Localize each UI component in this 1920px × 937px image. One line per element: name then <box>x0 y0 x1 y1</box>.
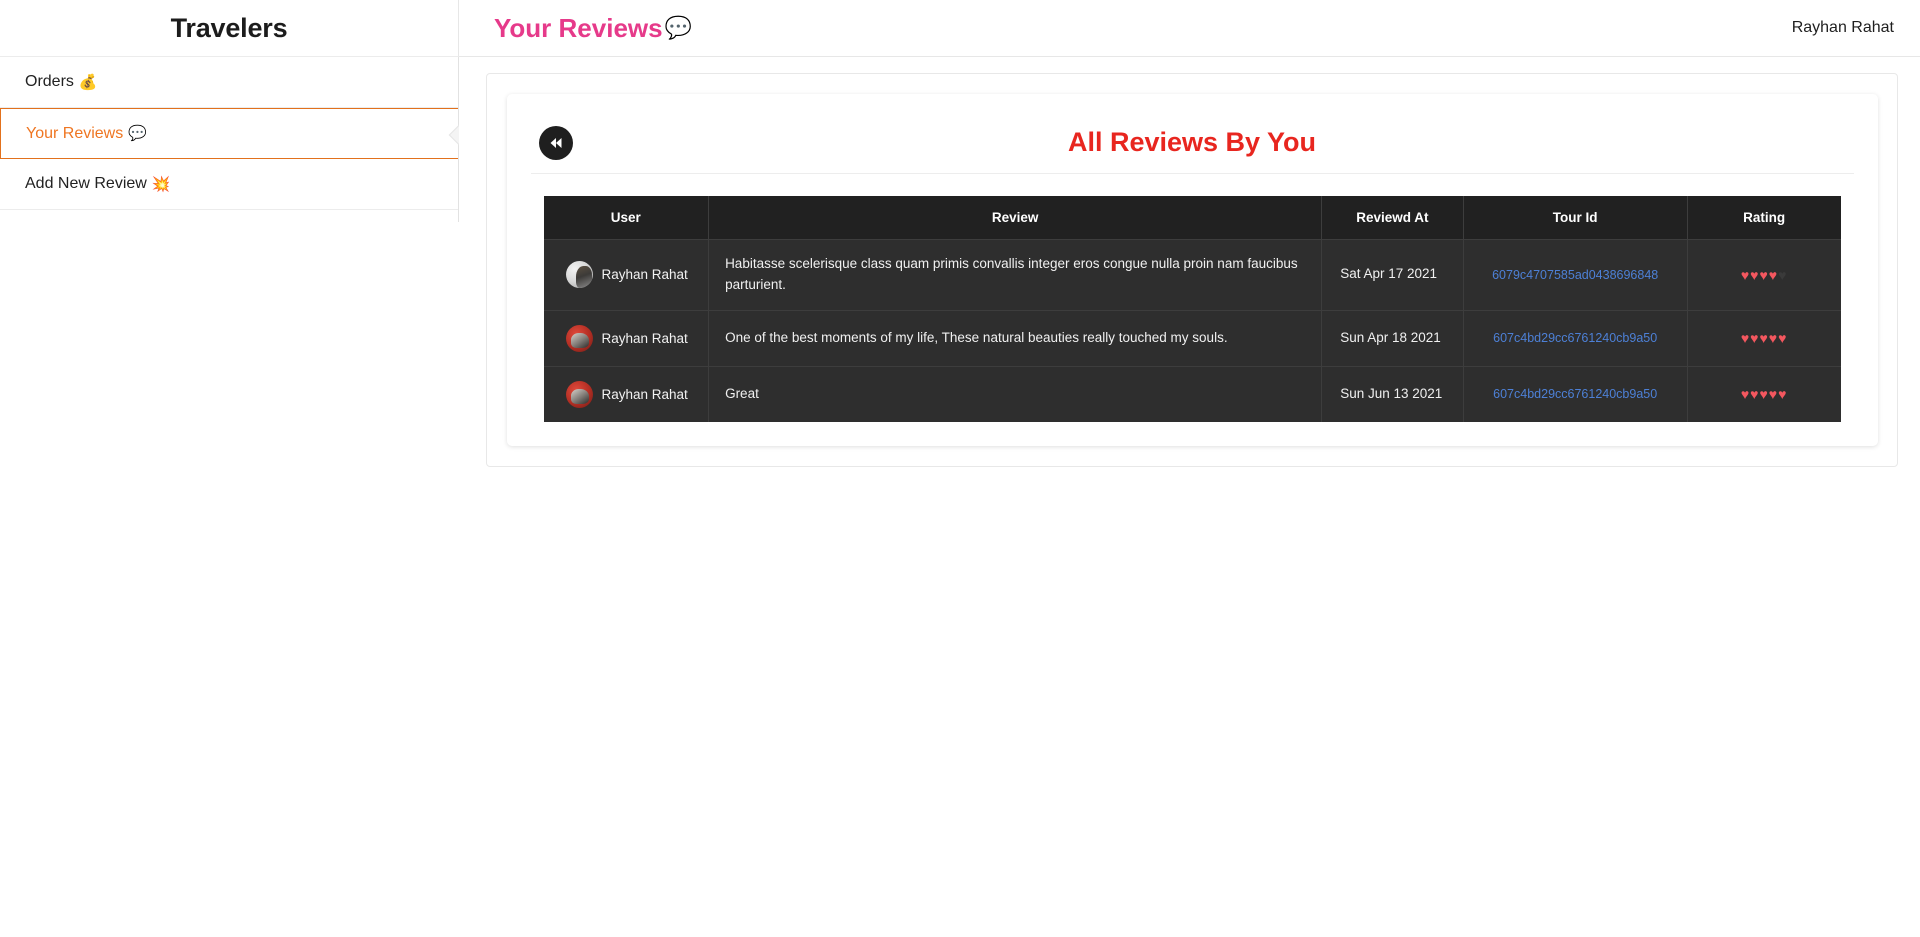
user-name-label: Rayhan Rahat <box>601 386 688 402</box>
avatar <box>565 380 593 408</box>
reviewed-at-text: Sat Apr 17 2021 <box>1340 266 1438 282</box>
heart-icon: ♥ <box>1759 330 1769 347</box>
column-header-rating[interactable]: Rating <box>1687 196 1841 240</box>
current-user-name[interactable]: Rayhan Rahat <box>1792 19 1894 37</box>
reviewed-at-text: Sun Jun 13 2021 <box>1340 385 1443 401</box>
column-header-review[interactable]: Review <box>708 196 1323 240</box>
heart-icon: ♥ <box>1768 266 1779 283</box>
heart-icon: ♥ <box>1778 330 1788 347</box>
app-root: Travelers Your Reviews 💬 Rayhan Rahat Or… <box>0 0 1920 937</box>
cell-review: Great <box>708 366 1323 422</box>
card-header: All Reviews By You <box>530 112 1854 174</box>
cell-user: Rayhan Rahat <box>543 239 710 311</box>
table-row: Rayhan Rahat One of the best moments of m… <box>543 310 1841 367</box>
avatar <box>565 324 593 352</box>
heart-icon: ♥ <box>1740 330 1751 347</box>
cell-reviewed-at: Sun Apr 18 2021 <box>1321 310 1464 367</box>
main-content: All Reviews By You User Review Reviewd A… <box>459 57 1920 937</box>
review-text: Habitasse scelerisque class quam primis … <box>725 256 1298 292</box>
user-cell: Rayhan Rahat <box>554 380 699 408</box>
heart-icon: ♥ <box>1759 386 1769 403</box>
sidebar-item-your-reviews-label: Your Reviews <box>26 124 124 142</box>
cell-rating: ♥♥♥♥♥ <box>1687 366 1841 422</box>
double-chevron-left-icon <box>550 137 561 148</box>
sidebar: Orders 💰 Your Reviews 💬 Add New Review 💥 <box>0 57 459 222</box>
page-header-area: Your Reviews 💬 Rayhan Rahat <box>459 0 1920 56</box>
cell-user: Rayhan Rahat <box>543 366 710 422</box>
avatar <box>565 261 593 289</box>
heart-icon: ♥ <box>1740 386 1751 403</box>
back-button[interactable] <box>538 125 573 160</box>
table-row: Rayhan Rahat Great Sun Jun 13 2021 607c4bd2… <box>543 366 1841 422</box>
cell-rating: ♥♥♥♥♥ <box>1687 310 1841 367</box>
cell-reviewed-at: Sun Jun 13 2021 <box>1321 366 1464 422</box>
sidebar-item-add-new-review[interactable]: Add New Review 💥 <box>0 159 458 210</box>
sidebar-item-add-new-review-label: Add New Review <box>25 175 147 192</box>
heart-icon: ♥ <box>1778 266 1788 283</box>
card-title: All Reviews By You <box>1067 127 1317 157</box>
rating-hearts: ♥♥♥♥♥ <box>1698 267 1831 283</box>
sidebar-item-orders-label: Orders <box>25 73 74 90</box>
heart-icon: ♥ <box>1768 330 1779 347</box>
sidebar-item-your-reviews[interactable]: Your Reviews 💬 <box>0 108 458 159</box>
heart-icon: ♥ <box>1778 386 1788 403</box>
review-text: One of the best moments of my life, Thes… <box>725 329 1228 345</box>
speech-balloon-icon: 💬 <box>664 15 692 40</box>
user-name-label: Rayhan Rahat <box>601 267 688 283</box>
table-head: User Review Reviewd At Tour Id Rating <box>543 196 1841 240</box>
rating-hearts: ♥♥♥♥♥ <box>1698 330 1831 346</box>
cell-rating: ♥♥♥♥♥ <box>1687 239 1841 311</box>
table-row: Rayhan Rahat Habitasse scelerisque class … <box>543 239 1841 311</box>
heart-icon: ♥ <box>1740 266 1751 283</box>
speech-balloon-icon: 💬 <box>128 125 147 142</box>
tour-id-link[interactable]: 607c4bd29cc6761240cb9a50 <box>1474 387 1677 401</box>
tour-id-link[interactable]: 6079c4707585ad0438696848 <box>1474 268 1677 282</box>
review-text: Great <box>725 385 759 401</box>
reviews-table-wrap: User Review Reviewd At Tour Id Rating Ra… <box>531 174 1854 422</box>
tour-id-link[interactable]: 607c4bd29cc6761240cb9a50 <box>1474 331 1677 345</box>
brand-box: Travelers <box>0 0 459 57</box>
top-bar: Travelers Your Reviews 💬 Rayhan Rahat <box>0 0 1920 57</box>
page-title-text: Your Reviews <box>494 12 663 43</box>
user-name-label: Rayhan Rahat <box>601 330 688 346</box>
reviews-card: All Reviews By You User Review Reviewd A… <box>506 94 1878 446</box>
column-header-reviewed-at[interactable]: Reviewd At <box>1321 196 1464 240</box>
page-title: Your Reviews 💬 <box>494 13 692 44</box>
sidebar-item-orders[interactable]: Orders 💰 <box>0 57 458 108</box>
heart-icon: ♥ <box>1759 266 1769 283</box>
user-cell: Rayhan Rahat <box>554 261 699 289</box>
cell-review: One of the best moments of my life, Thes… <box>708 310 1323 367</box>
outer-card: All Reviews By You User Review Reviewd A… <box>486 73 1898 467</box>
column-header-user[interactable]: User <box>543 196 710 240</box>
table-header-row: User Review Reviewd At Tour Id Rating <box>543 196 1841 240</box>
cell-user: Rayhan Rahat <box>543 310 710 367</box>
user-cell: Rayhan Rahat <box>554 324 699 352</box>
reviewed-at-text: Sun Apr 18 2021 <box>1340 329 1441 345</box>
table-body: Rayhan Rahat Habitasse scelerisque class … <box>543 239 1841 422</box>
rating-hearts: ♥♥♥♥♥ <box>1698 386 1831 402</box>
cell-tour-id: 607c4bd29cc6761240cb9a50 <box>1463 366 1688 422</box>
cell-review: Habitasse scelerisque class quam primis … <box>708 239 1323 311</box>
collision-icon: 💥 <box>151 175 171 193</box>
brand-title: Travelers <box>170 12 288 43</box>
cell-tour-id: 607c4bd29cc6761240cb9a50 <box>1463 310 1688 367</box>
cell-reviewed-at: Sat Apr 17 2021 <box>1321 239 1464 311</box>
heart-icon: ♥ <box>1768 386 1779 403</box>
reviews-table: User Review Reviewd At Tour Id Rating Ra… <box>543 196 1841 422</box>
money-bag-icon: 💰 <box>78 73 98 91</box>
cell-tour-id: 6079c4707585ad0438696848 <box>1463 239 1688 311</box>
column-header-tour-id[interactable]: Tour Id <box>1463 196 1688 240</box>
